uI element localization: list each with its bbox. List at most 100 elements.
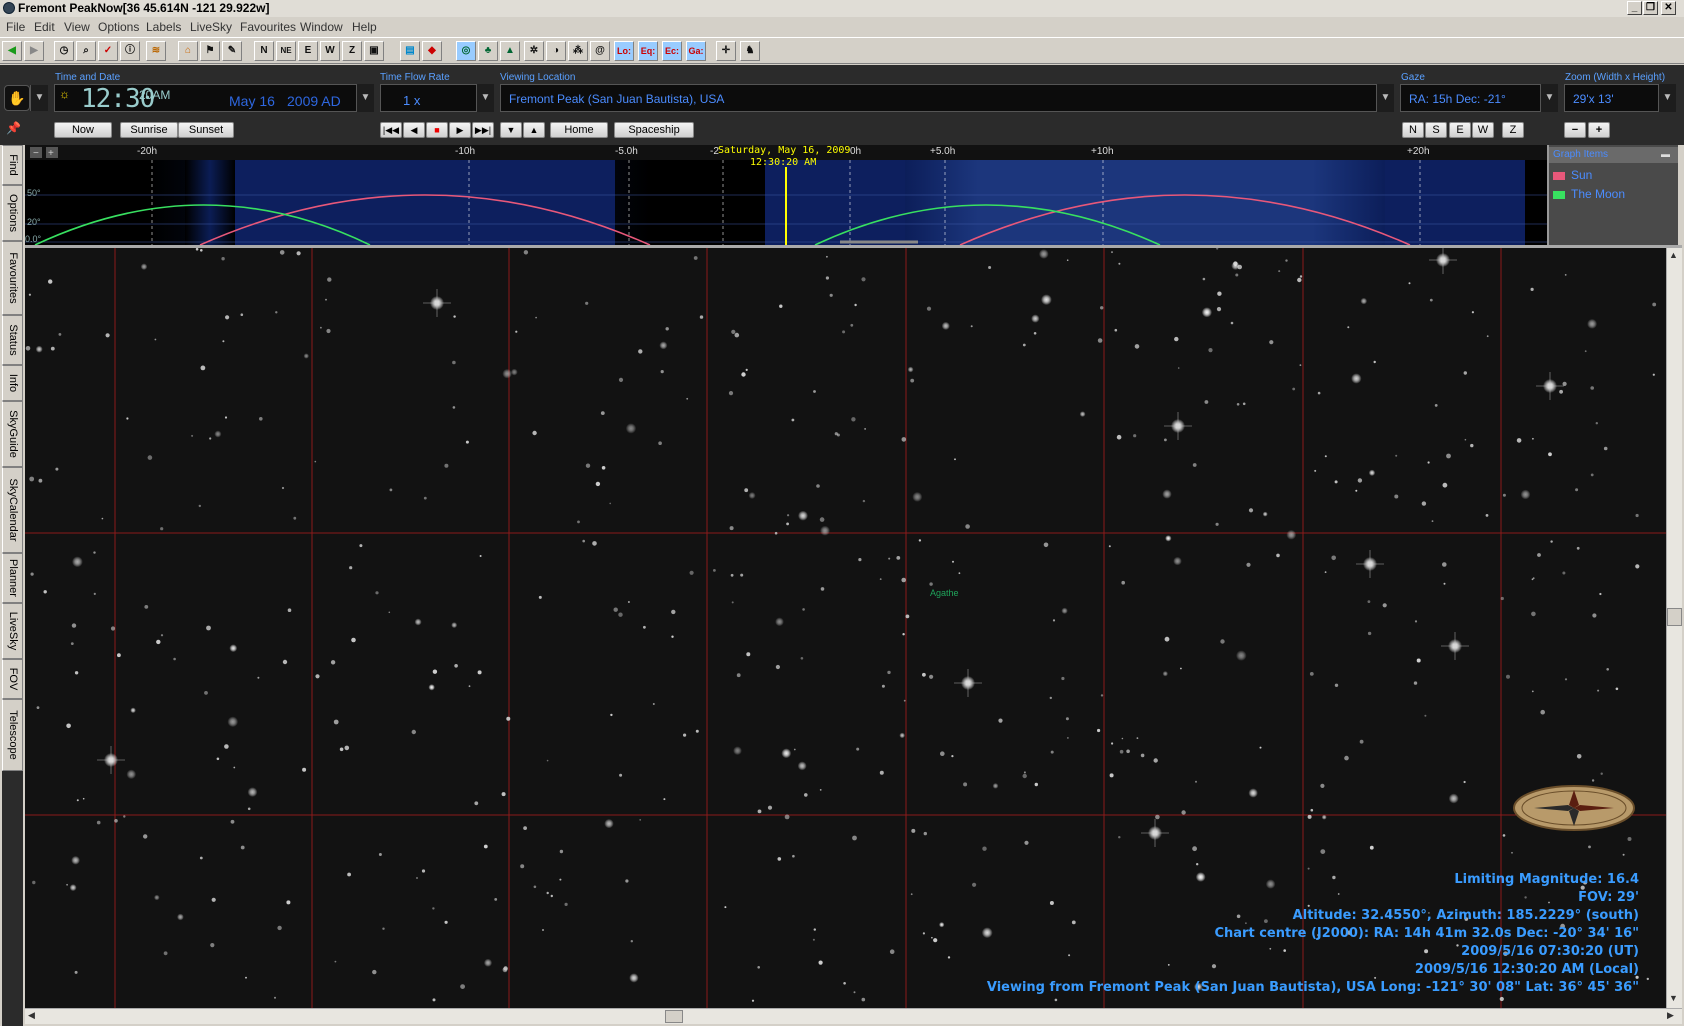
location-field[interactable]: Fremont Peak (San Juan Bautista), USA bbox=[500, 84, 1392, 112]
menu-edit[interactable]: Edit bbox=[34, 20, 55, 34]
tag-icon[interactable]: ◆ bbox=[422, 41, 442, 61]
star[interactable] bbox=[665, 327, 669, 331]
star[interactable] bbox=[1100, 306, 1104, 310]
star[interactable] bbox=[1367, 600, 1371, 603]
star[interactable] bbox=[32, 880, 36, 885]
star[interactable] bbox=[577, 520, 580, 524]
star[interactable] bbox=[1394, 494, 1399, 499]
star[interactable] bbox=[211, 897, 216, 902]
star[interactable] bbox=[751, 999, 755, 1002]
star[interactable] bbox=[1502, 834, 1506, 837]
star[interactable] bbox=[1126, 749, 1130, 754]
star[interactable] bbox=[1242, 402, 1246, 406]
star[interactable] bbox=[1109, 773, 1114, 778]
ampm-display[interactable]: 20AM bbox=[139, 88, 170, 102]
find-icon[interactable]: ⌕ bbox=[76, 41, 96, 61]
star[interactable] bbox=[951, 755, 954, 758]
star[interactable] bbox=[1606, 668, 1609, 671]
star[interactable] bbox=[114, 819, 118, 823]
star[interactable] bbox=[1023, 771, 1026, 774]
star[interactable] bbox=[736, 673, 741, 678]
star[interactable] bbox=[444, 920, 448, 924]
star[interactable] bbox=[1248, 788, 1258, 798]
star[interactable] bbox=[477, 670, 482, 675]
star[interactable] bbox=[1033, 332, 1037, 335]
star[interactable] bbox=[958, 572, 961, 575]
tab-livesky[interactable]: LiveSky bbox=[2, 603, 23, 659]
star[interactable] bbox=[1562, 571, 1566, 575]
star[interactable] bbox=[1470, 443, 1474, 448]
star[interactable] bbox=[797, 761, 807, 771]
star[interactable] bbox=[1116, 434, 1122, 440]
star[interactable] bbox=[1516, 438, 1522, 443]
star[interactable] bbox=[1246, 562, 1251, 567]
star[interactable] bbox=[559, 878, 562, 881]
star[interactable] bbox=[1511, 851, 1513, 854]
star[interactable] bbox=[1531, 611, 1536, 617]
star[interactable] bbox=[1217, 291, 1222, 296]
star[interactable] bbox=[195, 248, 199, 251]
star[interactable] bbox=[479, 555, 482, 557]
star[interactable] bbox=[502, 967, 508, 973]
star[interactable] bbox=[230, 819, 235, 824]
star[interactable] bbox=[72, 556, 83, 568]
star[interactable] bbox=[826, 255, 828, 258]
star[interactable] bbox=[1061, 607, 1068, 614]
star[interactable] bbox=[1442, 562, 1447, 567]
star[interactable] bbox=[452, 406, 456, 409]
star[interactable] bbox=[888, 557, 891, 560]
star[interactable] bbox=[604, 818, 614, 829]
star[interactable] bbox=[1299, 364, 1302, 366]
star[interactable] bbox=[1635, 513, 1639, 518]
star[interactable] bbox=[1235, 273, 1239, 277]
star[interactable] bbox=[585, 463, 591, 468]
star[interactable] bbox=[781, 748, 792, 759]
star[interactable] bbox=[1216, 248, 1219, 250]
star[interactable] bbox=[1031, 314, 1040, 323]
star[interactable] bbox=[302, 767, 307, 772]
star[interactable] bbox=[931, 936, 933, 939]
star[interactable] bbox=[1065, 717, 1069, 721]
menu-file[interactable]: File bbox=[6, 20, 25, 34]
star[interactable] bbox=[347, 872, 351, 877]
star[interactable] bbox=[1532, 437, 1534, 440]
star[interactable] bbox=[896, 556, 901, 560]
chevron-down-icon[interactable]: ▼ bbox=[500, 122, 522, 138]
spiral-icon[interactable]: @ bbox=[590, 41, 610, 61]
info-icon[interactable]: ⓘ bbox=[120, 41, 140, 61]
star[interactable] bbox=[494, 898, 498, 901]
star[interactable] bbox=[523, 826, 527, 830]
star[interactable] bbox=[1162, 489, 1172, 499]
star[interactable] bbox=[93, 551, 96, 554]
star[interactable] bbox=[901, 437, 907, 442]
star[interactable] bbox=[240, 313, 244, 316]
star[interactable] bbox=[1236, 650, 1247, 661]
star[interactable] bbox=[432, 907, 435, 910]
star[interactable] bbox=[965, 524, 970, 529]
east-icon[interactable]: E bbox=[298, 41, 318, 61]
star[interactable] bbox=[1615, 687, 1619, 691]
star[interactable] bbox=[351, 637, 356, 643]
star[interactable] bbox=[1236, 403, 1240, 406]
star[interactable] bbox=[887, 670, 891, 675]
star[interactable] bbox=[303, 353, 309, 359]
star[interactable] bbox=[798, 510, 808, 521]
star[interactable] bbox=[784, 814, 790, 820]
star[interactable] bbox=[117, 653, 121, 658]
star[interactable] bbox=[1278, 270, 1281, 273]
star[interactable] bbox=[729, 526, 734, 531]
star[interactable] bbox=[314, 460, 317, 463]
star[interactable] bbox=[1230, 321, 1234, 325]
star[interactable] bbox=[359, 544, 363, 548]
star[interactable] bbox=[1344, 755, 1349, 761]
star[interactable] bbox=[1590, 473, 1594, 477]
legend-moon[interactable]: The Moon bbox=[1571, 187, 1625, 201]
star[interactable] bbox=[110, 626, 116, 631]
star[interactable] bbox=[686, 397, 689, 400]
tool-icon[interactable]: ✎ bbox=[222, 41, 242, 61]
galactic-grid-icon[interactable]: Ga: bbox=[686, 41, 706, 61]
star[interactable] bbox=[564, 902, 568, 907]
star[interactable] bbox=[1050, 750, 1054, 754]
star[interactable] bbox=[240, 845, 245, 850]
star[interactable] bbox=[535, 316, 537, 319]
